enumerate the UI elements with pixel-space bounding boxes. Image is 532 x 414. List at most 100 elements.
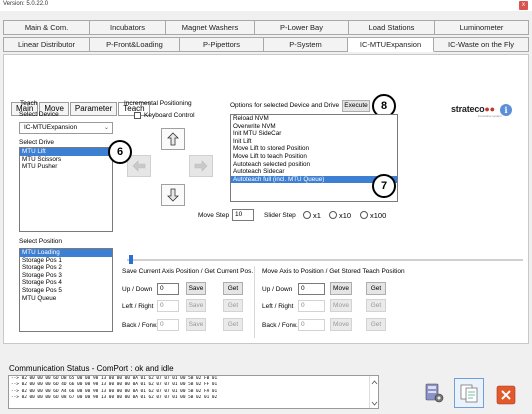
position-item[interactable]: Storage Pos 1 (20, 257, 112, 265)
title-bar: Version: 5.0.22.0 x (0, 0, 532, 11)
save-leftright-button[interactable]: Save (186, 299, 206, 312)
save-updown-input[interactable]: 0 (157, 283, 179, 295)
save-leftright-input[interactable]: 0 (157, 300, 179, 312)
drive-list[interactable]: MTU Lift MTU Scissors MTU Pusher (19, 147, 113, 232)
position-item[interactable]: Storage Pos 2 (20, 264, 112, 272)
radio-x10[interactable] (329, 211, 337, 219)
tab-p-lower-bay[interactable]: P-Lower Bay (255, 20, 349, 35)
save-row-label: Back / Forw. (122, 322, 158, 329)
close-button[interactable]: x (519, 1, 528, 10)
main-tabs-row-2: Linear Distributor P-Front&Loading P-Pip… (3, 37, 529, 52)
keyboard-control-checkbox[interactable] (134, 112, 141, 119)
logo-subtitle: innovative system (478, 114, 502, 118)
move-updown-button[interactable]: Move (330, 282, 352, 295)
arrow-up-icon (167, 132, 179, 146)
close-x-icon (496, 385, 516, 405)
position-item[interactable]: MTU Loading (20, 249, 112, 257)
options-title: Options for selected Device and Drive (230, 102, 340, 109)
tab-main-com[interactable]: Main & Com. (3, 20, 90, 35)
radio-x100[interactable] (360, 211, 368, 219)
radio-x10-label: x10 (339, 211, 352, 220)
exit-button[interactable] (493, 382, 519, 408)
drive-item[interactable]: MTU Pusher (20, 163, 112, 171)
option-item[interactable]: Reload NVM (231, 115, 397, 123)
chevron-down-icon: ⌄ (103, 125, 109, 131)
position-slider-thumb[interactable] (129, 255, 133, 264)
move-backforw-input[interactable]: 0 (298, 319, 325, 331)
move-updown-input[interactable]: 0 (298, 283, 325, 295)
move-backforw-button[interactable]: Move (330, 318, 352, 331)
radio-x100-label: x100 (370, 211, 387, 220)
get-teach-backforw-button[interactable]: Get (366, 318, 386, 331)
scroll-arrows-icon (371, 380, 378, 406)
arrow-down-button[interactable] (161, 184, 185, 206)
subtab-parameter[interactable]: Parameter (69, 102, 118, 116)
arrow-right-icon (194, 160, 208, 172)
arrow-left-icon (132, 160, 146, 172)
copy-button[interactable] (454, 378, 484, 408)
copy-documents-icon (460, 384, 478, 403)
get-teach-updown-button[interactable]: Get (366, 282, 386, 295)
save-updown-button[interactable]: Save (186, 282, 206, 295)
option-item[interactable]: Autoteach Sidecar (231, 168, 397, 176)
comm-log[interactable]: --> 02 00 00 00 6D DB 65 00 00 98 13 00 … (8, 375, 379, 409)
move-step-label: Move Step (198, 212, 230, 219)
comm-status-title: Communication Status - ComPort : ok and … (9, 364, 174, 373)
get-backforw-button[interactable]: Get (223, 318, 243, 331)
get-leftright-button[interactable]: Get (223, 299, 243, 312)
option-item[interactable]: Move Lift to teach Position (231, 153, 397, 161)
save-group-title: Save Current Axis Position / Get Current… (122, 268, 254, 275)
arrow-up-button[interactable] (161, 128, 185, 150)
device-settings-button[interactable] (421, 380, 447, 406)
position-item[interactable]: Storage Pos 3 (20, 272, 112, 280)
option-item[interactable]: Autoteach selected position (231, 161, 397, 169)
position-item[interactable]: MTU Queue (20, 295, 112, 303)
tab-incubators[interactable]: Incubators (90, 20, 166, 35)
arrow-left-button[interactable] (127, 155, 151, 177)
device-select[interactable]: IC-MTUExpansion ⌄ (19, 122, 113, 134)
position-item[interactable]: Storage Pos 5 (20, 287, 112, 295)
get-updown-button[interactable]: Get (223, 282, 243, 295)
tab-p-pipettors[interactable]: P-Pipettors (180, 37, 264, 52)
save-backforw-input[interactable]: 0 (157, 319, 179, 331)
move-row-label: Left / Right (262, 303, 294, 310)
drive-item[interactable]: MTU Lift (20, 148, 112, 156)
move-group-title: Move Axis to Position / Get Stored Teach… (262, 268, 405, 275)
drive-item[interactable]: MTU Scissors (20, 156, 112, 164)
tab-p-front-loading[interactable]: P-Front&Loading (90, 37, 180, 52)
comm-log-scrollbar[interactable] (369, 376, 378, 408)
radio-x1-label: x1 (313, 211, 321, 220)
get-teach-leftright-button[interactable]: Get (366, 299, 386, 312)
radio-x1[interactable] (303, 211, 311, 219)
main-tabs-row-1: Main & Com. Incubators Magnet Washers P-… (3, 20, 529, 35)
option-item[interactable]: Move Lift to stored Position (231, 145, 397, 153)
move-row-label: Up / Down (262, 286, 293, 293)
option-item[interactable]: Init MTU SideCar (231, 130, 397, 138)
tab-load-stations[interactable]: Load Stations (349, 20, 435, 35)
execute-button[interactable]: Execute (342, 100, 370, 112)
position-item[interactable]: Storage Pos 4 (20, 279, 112, 287)
move-row-label: Back / Forw. (262, 322, 298, 329)
tab-magnet-washers[interactable]: Magnet Washers (166, 20, 255, 35)
incremental-title: Incremental Positioning (124, 100, 192, 107)
tab-ic-waste-on-the-fly[interactable]: IC-Waste on the Fly (434, 37, 529, 52)
option-item[interactable]: Overwrite NVM (231, 123, 397, 131)
arrow-right-button[interactable] (189, 155, 213, 177)
tab-ic-mtuexpansion[interactable]: IC-MTUExpansion (348, 37, 434, 52)
select-device-label: Select Device (19, 111, 59, 118)
tab-linear-distributor[interactable]: Linear Distributor (3, 37, 90, 52)
arrow-down-icon (167, 188, 179, 202)
teach-title: Teach (20, 100, 38, 107)
move-leftright-input[interactable]: 0 (298, 300, 325, 312)
info-icon[interactable]: i (500, 104, 512, 116)
comm-log-line: --> 02 00 00 00 6D 08 67 00 00 98 13 00 … (11, 394, 218, 400)
slider-step-label: Slider Step (264, 212, 296, 219)
position-list[interactable]: MTU Loading Storage Pos 1 Storage Pos 2 … (19, 248, 113, 332)
move-step-input[interactable]: 10 (232, 209, 254, 221)
tab-luminometer[interactable]: Luminometer (435, 20, 529, 35)
option-item[interactable]: Init Lift (231, 138, 397, 146)
save-backforw-button[interactable]: Save (186, 318, 206, 331)
select-position-label: Select Position (19, 238, 62, 245)
tab-p-system[interactable]: P-System (264, 37, 348, 52)
move-leftright-button[interactable]: Move (330, 299, 352, 312)
